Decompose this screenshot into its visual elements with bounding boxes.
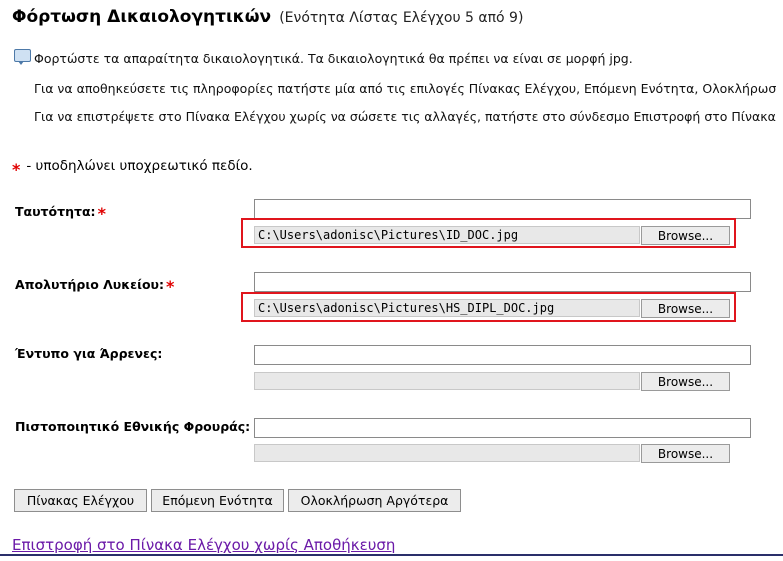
id-browse-button[interactable]: Browse... — [641, 226, 730, 245]
male-form-browse-button[interactable]: Browse... — [641, 372, 730, 391]
male-form-file-path-field[interactable] — [254, 372, 640, 390]
return-without-save-link[interactable]: Επιστροφή στο Πίνακα Ελέγχου χωρίς Αποθή… — [12, 536, 395, 554]
info-icon — [14, 49, 31, 65]
complete-later-button[interactable]: Ολοκλήρωση Αργότερα — [288, 489, 461, 512]
field-label-male-form: Έντυπο για Άρρενες: — [15, 346, 162, 361]
hs-diploma-file-path-field[interactable]: C:\Users\adonisc\Pictures\HS_DIPL_DOC.jp… — [254, 299, 640, 317]
required-star: * — [166, 277, 175, 296]
field-label-id: Ταυτότητα: * — [15, 201, 106, 223]
bottom-divider — [0, 554, 783, 556]
field-label-text: Πιστοποιητικό Εθνικής Φρουράς: — [15, 419, 251, 434]
field-label-text: Ταυτότητα: — [15, 204, 96, 219]
instruction-line-2: Για να αποθηκεύσετε τις πληροφορίες πατή… — [34, 81, 777, 96]
field-label-national-guard: Πιστοποιητικό Εθνικής Φρουράς: — [15, 419, 250, 434]
required-note-text: - υποδηλώνει υποχρεωτικό πεδίο. — [26, 158, 253, 174]
next-section-button[interactable]: Επόμενη Ενότητα — [151, 489, 284, 512]
instruction-line-1: Φορτώστε τα απαραίτητα δικαιολογητικά. Τ… — [34, 51, 633, 66]
hs-diploma-text-input[interactable] — [254, 272, 751, 292]
hs-diploma-browse-button[interactable]: Browse... — [641, 299, 730, 318]
instruction-line-3: Για να επιστρέψετε στο Πίνακα Ελέγχου χω… — [34, 109, 776, 124]
national-guard-file-path-field[interactable] — [254, 444, 640, 462]
page-header: Φόρτωση Δικαιολογητικών (Ενότητα Λίστας … — [12, 7, 523, 27]
field-label-text: Έντυπο για Άρρενες: — [15, 346, 163, 361]
required-star: * — [97, 204, 106, 223]
required-star: * — [12, 160, 21, 179]
id-file-path-field[interactable]: C:\Users\adonisc\Pictures\ID_DOC.jpg — [254, 226, 640, 244]
dashboard-button[interactable]: Πίνακας Ελέγχου — [14, 489, 147, 512]
field-label-hs-diploma: Απολυτήριο Λυκείου: * — [15, 274, 175, 296]
national-guard-text-input[interactable] — [254, 418, 751, 438]
id-text-input[interactable] — [254, 199, 751, 219]
male-form-text-input[interactable] — [254, 345, 751, 365]
field-label-text: Απολυτήριο Λυκείου: — [15, 277, 164, 292]
page-title: Φόρτωση Δικαιολογητικών — [12, 7, 272, 27]
required-note: * - υποδηλώνει υποχρεωτικό πεδίο. — [12, 155, 253, 179]
national-guard-browse-button[interactable]: Browse... — [641, 444, 730, 463]
page-subtitle: (Ενότητα Λίστας Ελέγχου 5 από 9) — [279, 10, 524, 26]
